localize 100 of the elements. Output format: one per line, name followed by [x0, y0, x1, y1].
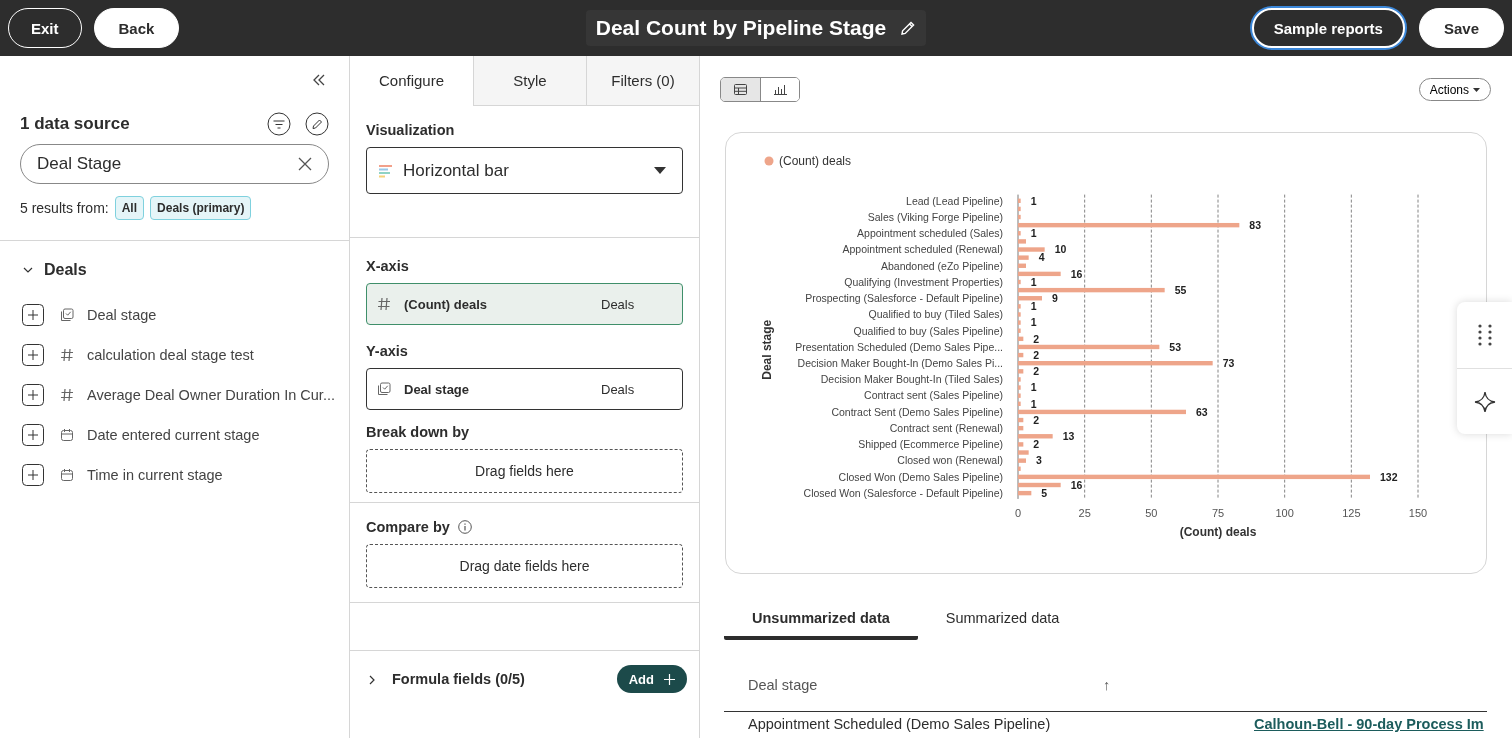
- bar: [1018, 312, 1021, 317]
- field-name[interactable]: Deal stage: [87, 307, 157, 323]
- category-label: Closed won (Renewal): [897, 454, 1003, 467]
- axis-field-pill[interactable]: (Count) deals Deals: [366, 283, 683, 325]
- drop-zone[interactable]: Drag fields here: [366, 449, 683, 493]
- value-label: 16: [1070, 478, 1083, 491]
- value-label: 9: [1052, 292, 1058, 305]
- drop-zone[interactable]: Drag date fields here: [366, 544, 683, 588]
- number-icon: [377, 297, 391, 311]
- data-tab[interactable]: Unsummarized data: [724, 604, 918, 640]
- bar: [1018, 296, 1042, 301]
- results-label: 5 results from:: [20, 200, 109, 216]
- bar-chart-icon: [379, 163, 393, 178]
- add-icon[interactable]: [22, 344, 44, 366]
- bar: [1018, 352, 1024, 358]
- edit-icon[interactable]: [305, 112, 329, 136]
- record-link[interactable]: Calhoun-Bell - 90-day Process Im: [1254, 716, 1484, 732]
- bar: [1018, 198, 1021, 203]
- bar: [1018, 385, 1021, 390]
- value-label: 2: [1033, 413, 1040, 426]
- category-label: Lead (Lead Pipeline): [906, 194, 1003, 207]
- filter-icon[interactable]: [267, 112, 291, 136]
- source-filter-chip[interactable]: Deals (primary): [150, 196, 252, 220]
- caret-icon: [1473, 87, 1480, 92]
- category-label: Qualified to buy (Sales Pipeline): [853, 324, 1003, 337]
- category-label: Prospecting (Salesforce - Default Pipeline): [805, 292, 1003, 305]
- bar: [1018, 490, 1032, 496]
- bar: [1018, 214, 1021, 220]
- axis-field-pill[interactable]: Deal stage Deals: [366, 368, 683, 410]
- add-icon[interactable]: [22, 304, 44, 326]
- bar: [1018, 442, 1024, 447]
- tick-label: 125: [1342, 507, 1361, 519]
- bar: [1018, 393, 1021, 398]
- number-icon: [60, 348, 74, 362]
- header-button[interactable]: Exit: [8, 8, 82, 48]
- add-icon[interactable]: [22, 424, 44, 446]
- bar: [1018, 482, 1061, 488]
- bar: [1018, 231, 1021, 236]
- add-button[interactable]: Add: [616, 665, 687, 693]
- panel-title: 1 data source: [20, 114, 131, 134]
- sparkle-icon: [1473, 390, 1496, 413]
- clear-icon[interactable]: [298, 157, 312, 171]
- formula-fields-label[interactable]: Formula fields (0/5): [392, 671, 603, 687]
- value-label: 2: [1033, 365, 1040, 378]
- value-label: 13: [1062, 430, 1075, 443]
- value-label: 2: [1033, 438, 1040, 451]
- value-label: 2: [1033, 348, 1040, 361]
- category-label: Appointment scheduled (Sales): [857, 227, 1003, 240]
- value-label: 1: [1030, 381, 1037, 394]
- section-label: Compare by: [366, 519, 450, 535]
- chart-legend: (Count) deals: [764, 154, 852, 168]
- header-button[interactable]: Sample reports: [1251, 8, 1405, 48]
- value-label: 1: [1030, 316, 1037, 329]
- visualization-dropdown[interactable]: Horizontal bar: [366, 147, 683, 194]
- table-icon: [734, 84, 747, 95]
- value-label: 132: [1380, 470, 1398, 483]
- tick-label: 25: [1078, 507, 1091, 519]
- add-icon[interactable]: [22, 384, 44, 406]
- header-button[interactable]: Save: [1418, 8, 1504, 48]
- collapse-icon[interactable]: [311, 72, 327, 88]
- bar: [1018, 304, 1021, 309]
- value-label: 1: [1030, 300, 1037, 313]
- panel-tab[interactable]: Filters (0): [586, 56, 699, 106]
- field-name[interactable]: Average Deal Owner Duration In Cur...: [87, 387, 335, 403]
- category-label: Contract Sent (Demo Sales Pipeline): [831, 405, 1003, 418]
- bar: [1018, 466, 1021, 471]
- pencil-icon[interactable]: [900, 20, 917, 36]
- value-label: 1: [1030, 227, 1037, 240]
- bar-chart-icon: [773, 84, 787, 95]
- chart-view-toggle[interactable]: [760, 78, 799, 101]
- section-label: Visualization: [366, 122, 455, 138]
- bar: [1018, 206, 1021, 212]
- category-label: Closed Won (Demo Sales Pipeline): [838, 470, 1003, 483]
- header-button[interactable]: Back: [93, 8, 180, 48]
- category-label: Shipped (Ecommerce Pipeline): [858, 438, 1003, 451]
- bar: [1018, 279, 1021, 285]
- field-name[interactable]: calculation deal stage test: [87, 347, 254, 363]
- value-label: 53: [1169, 340, 1181, 353]
- calendar-icon: [60, 468, 74, 482]
- tick-label: 100: [1275, 507, 1294, 519]
- add-icon[interactable]: [22, 464, 44, 486]
- panel-tab[interactable]: Style: [473, 56, 586, 106]
- field-name[interactable]: Time in current stage: [87, 467, 223, 483]
- table-view-toggle[interactable]: [721, 78, 760, 101]
- data-tab[interactable]: Summarized data: [917, 604, 1088, 640]
- value-label: 1: [1030, 275, 1037, 288]
- source-filter-chip[interactable]: All: [114, 196, 145, 220]
- bar: [1018, 328, 1021, 333]
- info-icon[interactable]: [457, 520, 472, 534]
- column-header[interactable]: Deal stage: [748, 676, 1103, 693]
- category-label: Qualifying (Investment Properties): [844, 275, 1003, 288]
- report-title[interactable]: Deal Count by Pipeline Stage: [585, 10, 927, 46]
- actions-button[interactable]: Actions: [1418, 78, 1491, 101]
- sort-arrow[interactable]: ↑: [1103, 676, 1111, 693]
- category-label: Qualified to buy (Tiled Sales): [868, 308, 1003, 321]
- field-name[interactable]: Date entered current stage: [87, 427, 260, 443]
- value-label: 73: [1222, 357, 1235, 369]
- bar: [1018, 263, 1026, 268]
- group-label[interactable]: Deals: [44, 261, 87, 279]
- category-label: Contract sent (Sales Pipeline): [864, 389, 1003, 402]
